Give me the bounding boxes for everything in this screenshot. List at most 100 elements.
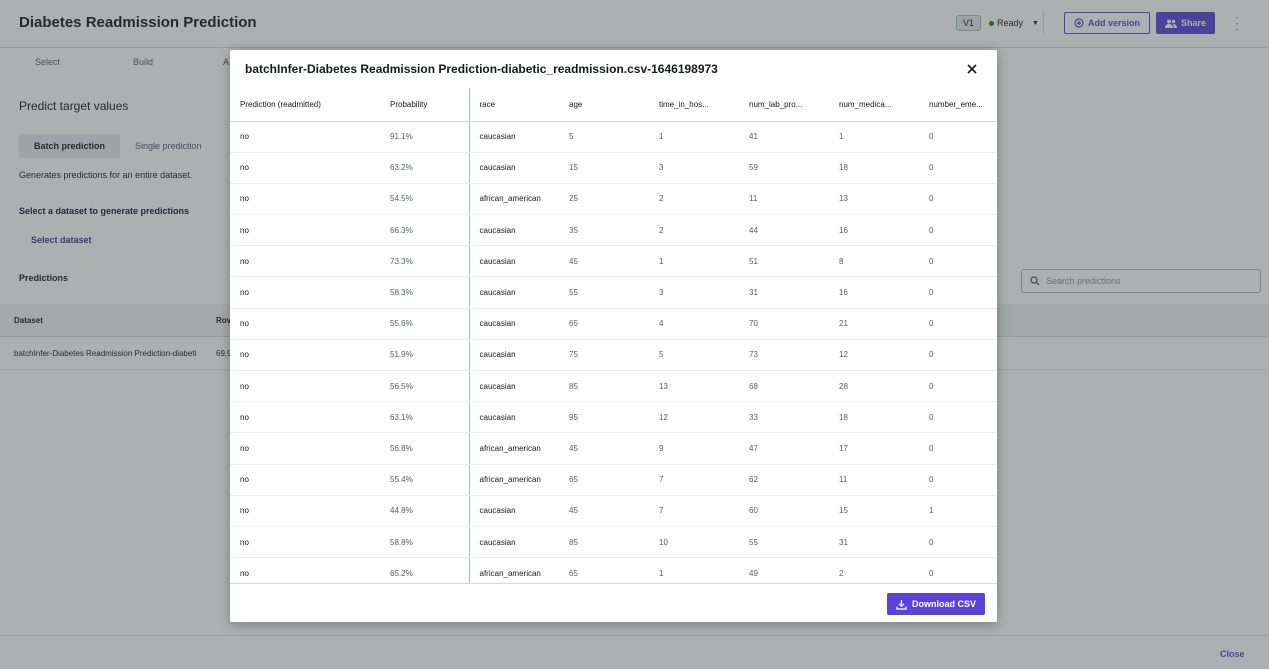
table-row[interactable]: no 54.5% african_american 25 2 11 13 0: [230, 183, 997, 216]
prediction-cell: no: [230, 557, 380, 583]
num-medications-cell: 15: [829, 495, 919, 527]
column-header-race[interactable]: race: [469, 88, 559, 122]
age-cell: 35: [559, 214, 649, 247]
race-cell: african_american: [469, 557, 559, 583]
num-lab-procedures-cell: 59: [739, 152, 829, 184]
probability-cell: 63.2%: [380, 152, 470, 184]
race-cell: caucasian: [469, 308, 559, 340]
num-medications-cell: 17: [829, 432, 919, 465]
number-emergency-cell: 0: [919, 214, 997, 247]
prediction-cell: no: [230, 214, 380, 247]
results-header-row: Prediction (readmitted) Probability race ag…: [230, 88, 997, 122]
probability-cell: 56.5%: [380, 370, 470, 403]
table-row[interactable]: no 51.9% caucasian 75 5 73 12 0: [230, 339, 997, 372]
probability-cell: 54.5%: [380, 183, 470, 216]
table-row[interactable]: no 66.3% caucasian 35 2 44 16 0: [230, 214, 997, 247]
prediction-cell: no: [230, 432, 380, 465]
probability-cell: 63.1%: [380, 401, 470, 434]
num-lab-procedures-cell: 33: [739, 401, 829, 434]
column-header-num-medications[interactable]: num_medica...: [829, 88, 919, 122]
num-lab-procedures-cell: 11: [739, 183, 829, 216]
time-in-hospital-cell: 2: [649, 183, 739, 216]
num-medications-cell: 18: [829, 152, 919, 184]
close-icon[interactable]: [964, 61, 980, 77]
age-cell: 45: [559, 495, 649, 527]
probability-cell: 91.1%: [380, 121, 470, 153]
time-in-hospital-cell: 3: [649, 152, 739, 184]
time-in-hospital-cell: 1: [649, 245, 739, 278]
column-header-probability[interactable]: Probability: [380, 88, 470, 122]
age-cell: 45: [559, 432, 649, 465]
table-row[interactable]: no 63.2% caucasian 15 3 59 18 0: [230, 152, 997, 184]
prediction-results-modal: batchInfer-Diabetes Readmission Predicti…: [230, 50, 997, 622]
num-lab-procedures-cell: 73: [739, 339, 829, 372]
num-medications-cell: 2: [829, 557, 919, 583]
table-row[interactable]: no 58.3% caucasian 55 3 31 16 0: [230, 276, 997, 309]
results-table-container[interactable]: Prediction (readmitted) Probability race ag…: [230, 88, 997, 583]
time-in-hospital-cell: 12: [649, 401, 739, 434]
race-cell: caucasian: [469, 276, 559, 309]
age-cell: 15: [559, 152, 649, 184]
prediction-cell: no: [230, 183, 380, 216]
race-cell: caucasian: [469, 121, 559, 153]
time-in-hospital-cell: 7: [649, 464, 739, 496]
probability-cell: 55.4%: [380, 464, 470, 496]
time-in-hospital-cell: 4: [649, 308, 739, 340]
time-in-hospital-cell: 1: [649, 557, 739, 583]
probability-cell: 51.9%: [380, 339, 470, 372]
download-csv-label: Download CSV: [912, 599, 977, 609]
table-row[interactable]: no 56.8% african_american 45 9 47 17 0: [230, 432, 997, 465]
number-emergency-cell: 0: [919, 370, 997, 403]
time-in-hospital-cell: 10: [649, 526, 739, 559]
race-cell: caucasian: [469, 495, 559, 527]
column-header-number-emergency[interactable]: number_eme...: [919, 88, 997, 122]
download-csv-button[interactable]: Download CSV: [887, 593, 986, 615]
number-emergency-cell: 0: [919, 526, 997, 559]
time-in-hospital-cell: 7: [649, 495, 739, 527]
table-row[interactable]: no 56.5% caucasian 85 13 68 28 0: [230, 370, 997, 403]
time-in-hospital-cell: 3: [649, 276, 739, 309]
number-emergency-cell: 0: [919, 245, 997, 278]
number-emergency-cell: 0: [919, 183, 997, 216]
prediction-cell: no: [230, 276, 380, 309]
table-row[interactable]: no 91.1% caucasian 5 1 41 1 0: [230, 121, 997, 153]
num-lab-procedures-cell: 60: [739, 495, 829, 527]
prediction-cell: no: [230, 245, 380, 278]
num-lab-procedures-cell: 41: [739, 121, 829, 153]
number-emergency-cell: 0: [919, 432, 997, 465]
table-row[interactable]: no 55.4% african_american 65 7 62 11 0: [230, 464, 997, 496]
probability-cell: 66.3%: [380, 214, 470, 247]
column-header-num-lab-procedures[interactable]: num_lab_pro...: [739, 88, 829, 122]
table-row[interactable]: no 44.8% caucasian 45 7 60 15 1: [230, 495, 997, 527]
num-lab-procedures-cell: 70: [739, 308, 829, 340]
column-header-prediction[interactable]: Prediction (readmitted): [230, 88, 380, 122]
table-row[interactable]: no 65.2% african_american 65 1 49 2 0: [230, 557, 997, 583]
race-cell: caucasian: [469, 526, 559, 559]
column-header-age[interactable]: age: [559, 88, 649, 122]
number-emergency-cell: 0: [919, 557, 997, 583]
num-lab-procedures-cell: 55: [739, 526, 829, 559]
num-lab-procedures-cell: 51: [739, 245, 829, 278]
number-emergency-cell: 0: [919, 401, 997, 434]
table-row[interactable]: no 58.8% caucasian 85 10 55 31 0: [230, 526, 997, 559]
results-table-body: no 91.1% caucasian 5 1 41 1 0 no 63.2% caucasian 15…: [230, 121, 997, 583]
num-lab-procedures-cell: 44: [739, 214, 829, 247]
prediction-cell: no: [230, 121, 380, 153]
num-lab-procedures-cell: 47: [739, 432, 829, 465]
probability-cell: 58.8%: [380, 526, 470, 559]
time-in-hospital-cell: 2: [649, 214, 739, 247]
table-row[interactable]: no 63.1% caucasian 95 12 33 18 0: [230, 401, 997, 434]
num-medications-cell: 18: [829, 401, 919, 434]
time-in-hospital-cell: 13: [649, 370, 739, 403]
probability-cell: 55.6%: [380, 308, 470, 340]
age-cell: 45: [559, 245, 649, 278]
race-cell: caucasian: [469, 152, 559, 184]
table-row[interactable]: no 55.6% caucasian 65 4 70 21 0: [230, 308, 997, 340]
table-row[interactable]: no 73.3% caucasian 45 1 51 8 0: [230, 245, 997, 278]
prediction-cell: no: [230, 339, 380, 372]
num-medications-cell: 28: [829, 370, 919, 403]
column-header-time-in-hospital[interactable]: time_in_hos...: [649, 88, 739, 122]
number-emergency-cell: 0: [919, 308, 997, 340]
num-lab-procedures-cell: 62: [739, 464, 829, 496]
num-medications-cell: 1: [829, 121, 919, 153]
